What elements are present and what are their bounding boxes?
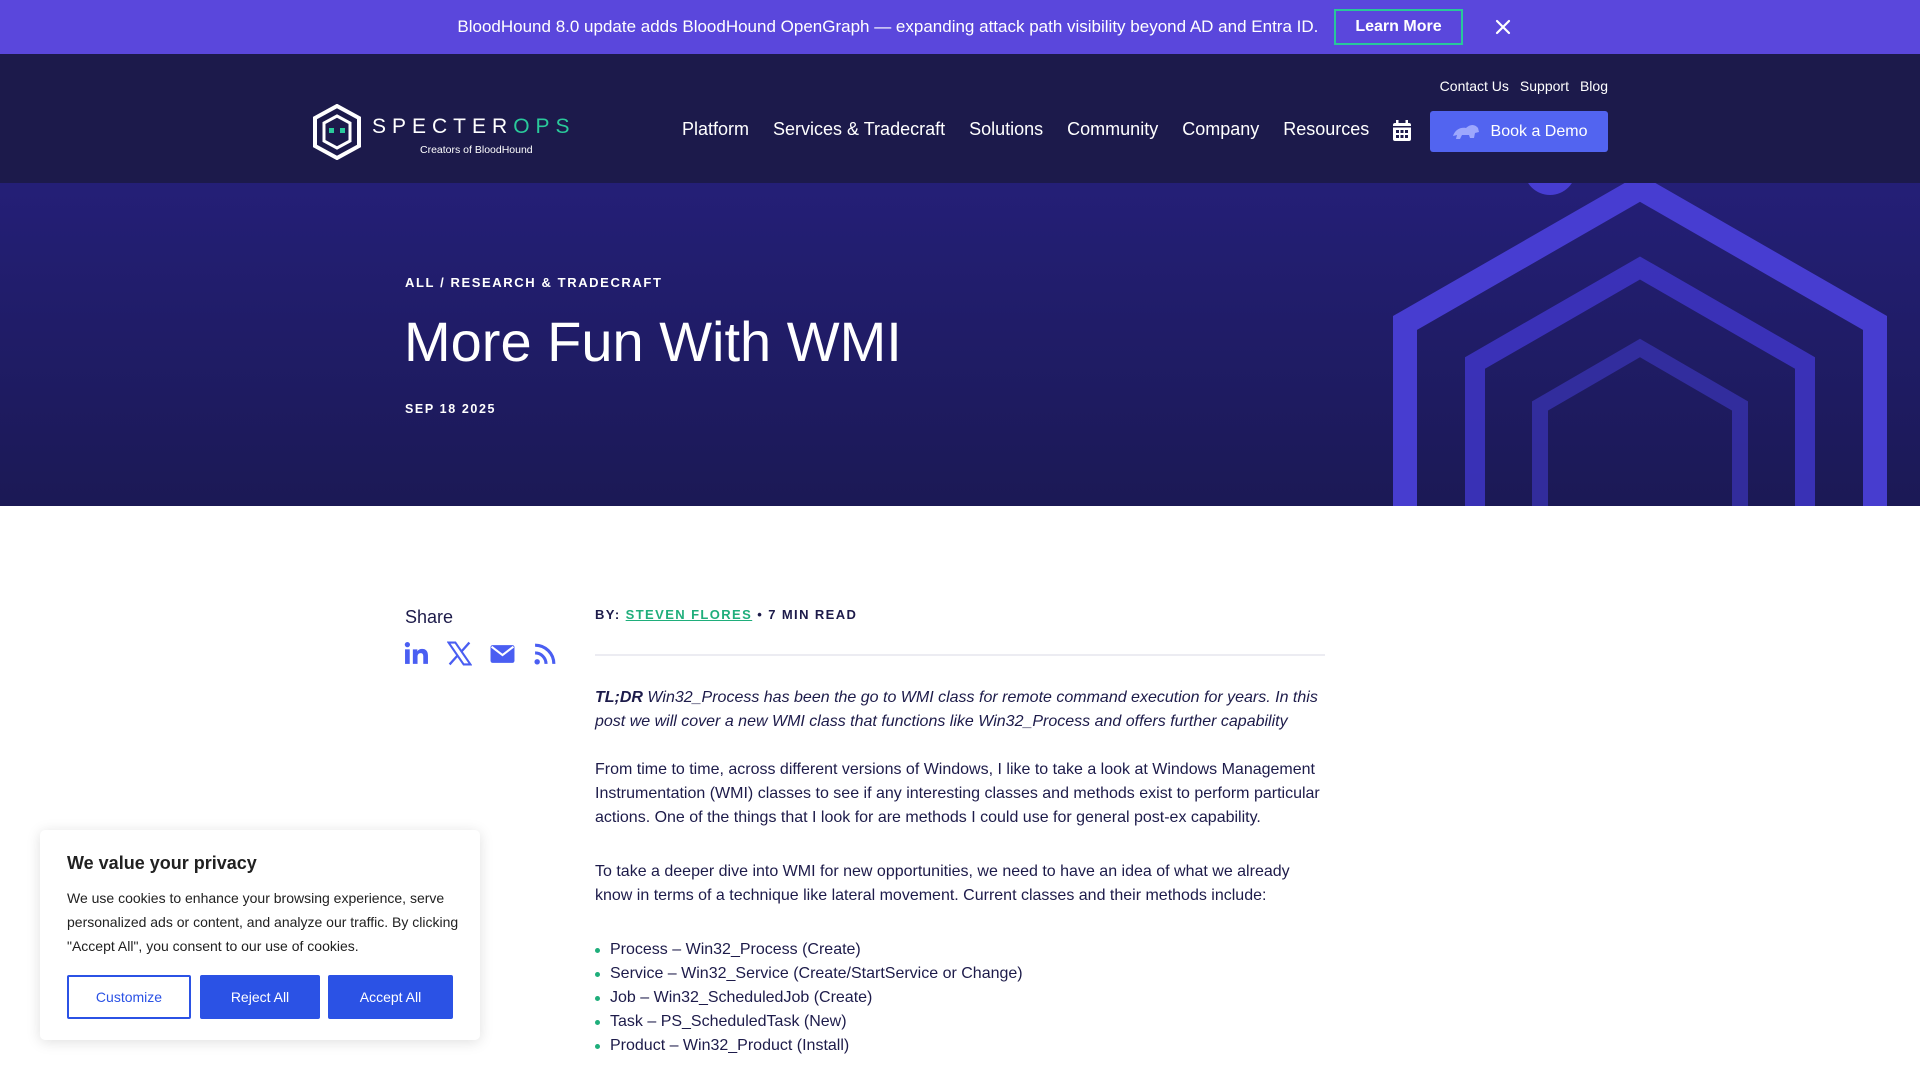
breadcrumb: All / Research & Tradecraft — [405, 275, 663, 290]
wmi-class-list: Process – Win32_Process (Create) Service… — [595, 938, 1325, 1058]
logo-wordmark: SPECTEROPS — [372, 115, 576, 139]
cookie-consent-panel: We value your privacy We use cookies to … — [40, 830, 480, 1040]
hero-banner: All / Research & Tradecraft More Fun Wit… — [0, 183, 1920, 506]
utility-links: Contact Us Support Blog — [1440, 78, 1608, 94]
x-icon[interactable] — [447, 641, 472, 666]
announcement-bar: BloodHound 8.0 update adds BloodHound Op… — [0, 0, 1920, 54]
book-demo-label: Book a Demo — [1490, 122, 1588, 140]
specterops-logo[interactable]: SPECTEROPS Creators of BloodHound — [312, 104, 570, 160]
list-item: Task – PS_ScheduledTask (New) — [595, 1010, 1325, 1034]
list-item: Process – Win32_Process (Create) — [595, 938, 1325, 962]
reject-all-button[interactable]: Reject All — [200, 975, 320, 1019]
nav-item-community[interactable]: Community — [1067, 119, 1158, 140]
logo-tagline: Creators of BloodHound — [420, 144, 533, 156]
hexagon-decoration — [1393, 183, 1887, 506]
close-icon[interactable] — [1490, 14, 1516, 40]
nav-item-platform[interactable]: Platform — [682, 119, 749, 140]
list-item: Product – Win32_Product (Install) — [595, 1034, 1325, 1058]
support-link[interactable]: Support — [1520, 78, 1569, 94]
contact-us-link[interactable]: Contact Us — [1440, 78, 1509, 94]
customize-button[interactable]: Customize — [67, 975, 191, 1019]
list-item: Job – Win32_ScheduledJob (Create) — [595, 986, 1325, 1010]
meta-divider — [595, 654, 1325, 656]
book-demo-button[interactable]: Book a Demo — [1430, 111, 1608, 152]
specterops-logo-icon — [313, 104, 361, 160]
cookie-title: We value your privacy — [67, 853, 257, 873]
breadcrumb-separator: / — [440, 275, 446, 290]
nav-item-solutions[interactable]: Solutions — [969, 119, 1043, 140]
accept-all-button[interactable]: Accept All — [328, 975, 453, 1019]
rss-icon[interactable] — [533, 641, 558, 666]
list-item: Service – Win32_Service (Create/StartSer… — [595, 962, 1325, 986]
calendar-icon[interactable] — [1392, 120, 1412, 142]
share-icons — [404, 641, 558, 666]
read-time: 7 MIN READ — [768, 607, 858, 622]
nav-item-resources[interactable]: Resources — [1283, 119, 1369, 140]
byline-prefix: BY: — [595, 607, 621, 622]
tldr-paragraph: TL;DR Win32_Process has been the go to W… — [595, 686, 1325, 734]
main-nav: Platform Services & Tradecraft Solutions… — [682, 119, 1369, 140]
share-heading: Share — [405, 607, 454, 627]
blog-link[interactable]: Blog — [1580, 78, 1608, 94]
breadcrumb-category[interactable]: Research & Tradecraft — [451, 275, 663, 290]
site-header: SPECTEROPS Creators of BloodHound Contac… — [0, 54, 1920, 183]
author-link[interactable]: STEVEN FLORES — [626, 607, 753, 622]
learn-more-button[interactable]: Learn More — [1334, 9, 1463, 45]
cookie-text: We use cookies to enhance your browsing … — [67, 890, 459, 954]
article-paragraph: From time to time, across different vers… — [595, 761, 1320, 826]
nav-item-company[interactable]: Company — [1182, 119, 1259, 140]
linkedin-icon[interactable] — [404, 641, 429, 666]
tldr-label: TL;DR — [595, 689, 643, 706]
bloodhound-dog-icon — [1452, 124, 1479, 139]
logo-word-main: SPECTER — [372, 115, 514, 138]
article-paragraph: To take a deeper dive into WMI for new o… — [595, 863, 1290, 904]
logo-word-accent: OPS — [513, 115, 576, 138]
announcement-text: BloodHound 8.0 update adds BloodHound Op… — [457, 17, 1319, 36]
tldr-text: Win32_Process has been the go to WMI cla… — [595, 689, 1318, 730]
meta-bullet: • — [757, 607, 764, 622]
breadcrumb-all[interactable]: All — [405, 275, 435, 290]
email-icon[interactable] — [490, 641, 515, 666]
article-meta: BY: STEVEN FLORES • 7 MIN READ — [595, 607, 857, 622]
nav-item-services-tradecraft[interactable]: Services & Tradecraft — [773, 119, 945, 140]
page-title: More Fun With WMI — [404, 310, 902, 373]
post-date: SEP 18 2025 — [405, 402, 497, 416]
article-body: TL;DR Win32_Process has been the go to W… — [595, 686, 1325, 1058]
